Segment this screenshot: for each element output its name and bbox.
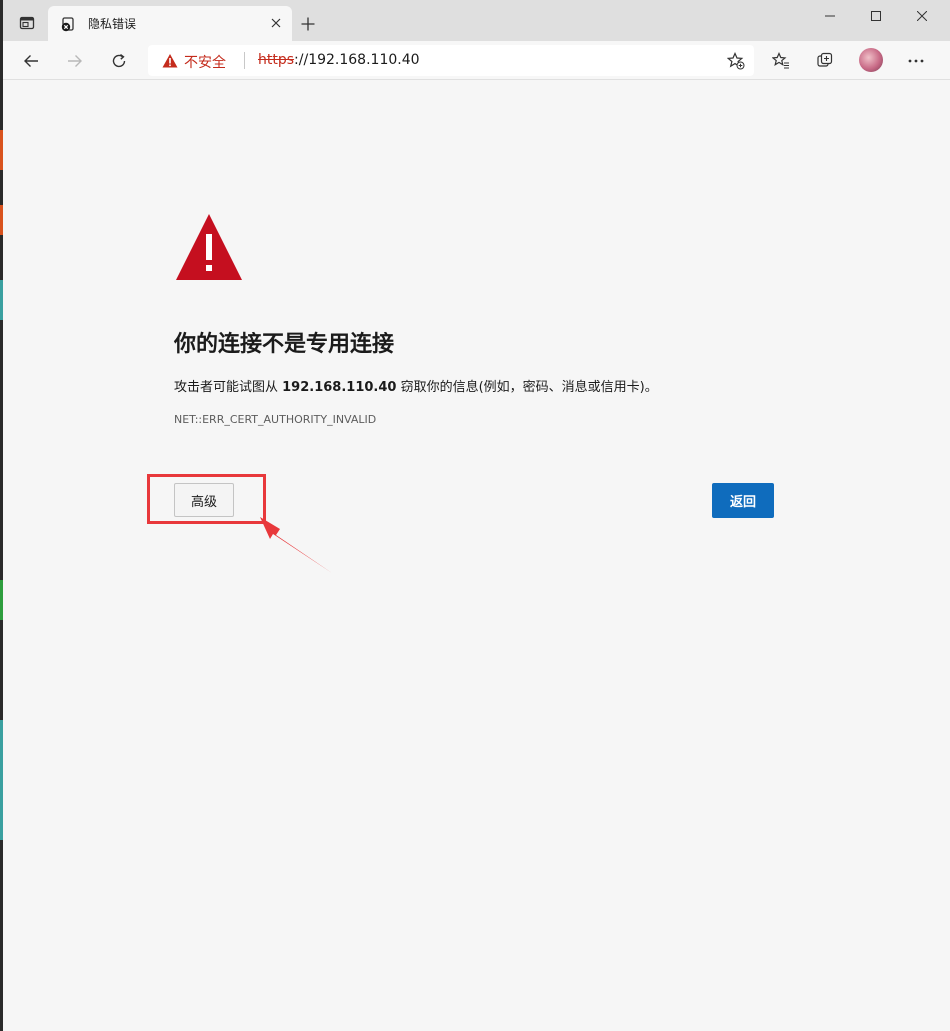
tab-actions-icon xyxy=(19,16,35,30)
close-icon xyxy=(271,18,281,28)
go-back-button[interactable]: 返回 xyxy=(712,483,774,518)
tab-actions-menu-button[interactable] xyxy=(15,11,39,35)
highlight-annotation-box xyxy=(147,474,266,524)
favorites-button[interactable] xyxy=(767,47,795,75)
tab-close-button[interactable] xyxy=(268,15,284,31)
maximize-button[interactable] xyxy=(853,0,899,32)
error-code: NET::ERR_CERT_AUTHORITY_INVALID xyxy=(174,413,377,426)
desc-text-after: 窃取你的信息(例如，密码、消息或信用卡)。 xyxy=(396,380,658,395)
address-bar[interactable]: 不安全 https://192.168.110.40 xyxy=(148,45,754,76)
warning-triangle-icon xyxy=(176,214,242,280)
close-icon xyxy=(917,11,927,21)
favorites-list-icon xyxy=(772,52,789,69)
collections-button[interactable] xyxy=(811,47,839,75)
profile-avatar[interactable] xyxy=(859,48,883,72)
browser-toolbar: 不安全 https://192.168.110.40 xyxy=(3,41,950,80)
refresh-icon xyxy=(112,53,126,68)
star-add-icon xyxy=(727,52,745,70)
warning-triangle-icon xyxy=(162,54,178,68)
arrow-right-icon xyxy=(68,55,82,67)
more-dots-icon xyxy=(908,59,924,63)
desc-text-before: 攻击者可能试图从 xyxy=(174,380,283,395)
forward-button[interactable] xyxy=(61,47,89,75)
add-favorite-button[interactable] xyxy=(726,51,746,71)
minimize-button[interactable] xyxy=(807,0,853,32)
page-title: 你的连接不是专用连接 xyxy=(174,332,395,357)
arrow-left-icon xyxy=(24,55,38,67)
error-description: 攻击者可能试图从 192.168.110.40 窃取你的信息(例如，密码、消息或… xyxy=(174,376,658,395)
annotation-arrow-icon xyxy=(260,517,332,573)
error-page: 你的连接不是专用连接 攻击者可能试图从 192.168.110.40 窃取你的信… xyxy=(3,80,950,1031)
back-button[interactable] xyxy=(17,47,45,75)
url-text[interactable]: https://192.168.110.40 xyxy=(258,52,420,68)
broken-lock-icon xyxy=(61,17,74,32)
maximize-icon xyxy=(871,11,881,21)
address-divider xyxy=(244,52,245,69)
active-tab[interactable]: 隐私错误 xyxy=(48,6,292,41)
collections-icon xyxy=(817,52,833,67)
plus-icon xyxy=(301,17,315,31)
tab-bar: 隐私错误 xyxy=(3,0,950,41)
new-tab-button[interactable] xyxy=(296,12,320,36)
desc-host: 192.168.110.40 xyxy=(282,380,397,395)
refresh-button[interactable] xyxy=(105,47,133,75)
settings-more-button[interactable] xyxy=(902,47,930,75)
minimize-icon xyxy=(825,15,835,17)
url-host: ://192.168.110.40 xyxy=(294,52,420,68)
not-secure-label[interactable]: 不安全 xyxy=(184,52,226,72)
url-scheme: https xyxy=(258,52,295,68)
window-close-button[interactable] xyxy=(899,0,945,32)
tab-title: 隐私错误 xyxy=(88,17,137,31)
